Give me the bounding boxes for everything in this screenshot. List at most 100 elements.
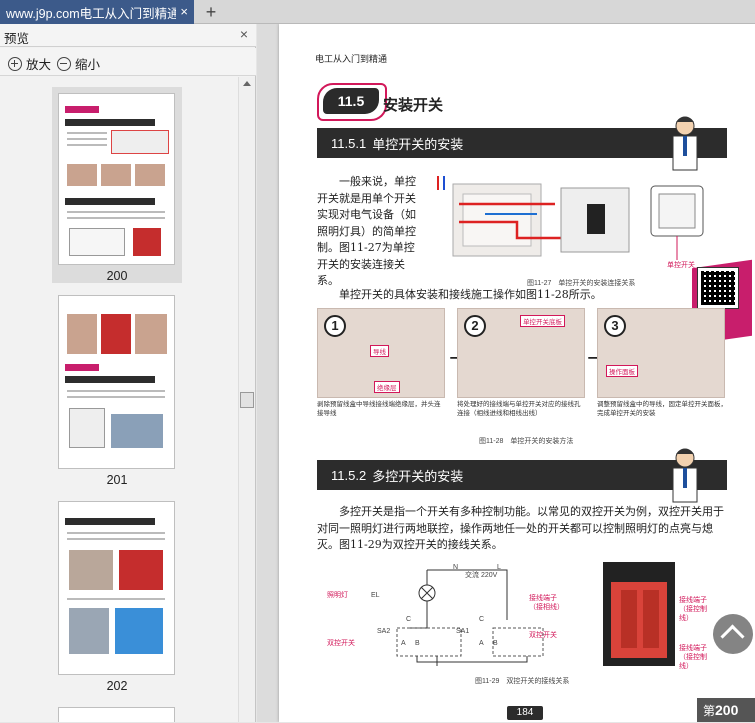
step-3-photo: 3 操作面板	[597, 308, 725, 398]
mini-photo	[69, 608, 109, 654]
scroll-up-icon[interactable]	[243, 81, 251, 86]
mini-figure	[111, 130, 169, 154]
label-a-left: A	[401, 640, 406, 647]
subsection-title: 多控开关的安装	[372, 468, 464, 484]
zoom-in-icon	[8, 56, 22, 71]
figure-11-28-caption: 图11-28 单控开关的安装方法	[479, 438, 574, 445]
scroll-to-top-button[interactable]	[713, 614, 753, 654]
label-l: L	[497, 564, 501, 571]
mini-photo	[135, 164, 165, 186]
thumbnail-image	[58, 501, 175, 675]
section-title: 安装开关	[383, 97, 444, 114]
thumbnail-page-201[interactable]: 201	[52, 295, 182, 487]
zoom-out-button[interactable]: 缩小	[57, 54, 100, 73]
thumbnail-page-next[interactable]	[52, 707, 182, 722]
zoom-in-button[interactable]: 放大	[8, 54, 51, 73]
page-indicator: 第200	[697, 698, 755, 722]
mini-text-line	[67, 132, 107, 134]
step-3-tag-panel: 操作面板	[606, 365, 638, 377]
thumbnail-list: 200 201 202	[0, 77, 238, 722]
thumbnail-page-202[interactable]: 202	[52, 501, 182, 693]
mini-subheading-bar	[65, 376, 155, 383]
document-tab[interactable]: www.j9p.com电工从入门到精通 ×	[0, 0, 194, 24]
step-3-number: 3	[604, 315, 626, 337]
section-number: 11.5	[337, 93, 365, 109]
page-indicator-number: 200	[715, 702, 739, 718]
thumbnail-image	[58, 93, 175, 265]
label-c-left: C	[406, 616, 412, 623]
mini-subheading-bar	[65, 518, 155, 525]
thumbnail-page-number: 201	[106, 473, 128, 487]
mini-photo	[101, 164, 131, 186]
label-sa1: SA1	[456, 628, 470, 635]
paragraph-multi-switch-intro: 多控开关是指一个开关有多种控制功能。以常见的双控开关为例，双控开关用于对同一照明…	[317, 505, 724, 551]
zoom-in-label: 放大	[26, 58, 52, 72]
mini-text-line	[67, 598, 165, 600]
mini-photo	[69, 550, 113, 590]
step-2-caption: 将处理好的接线端与单控开关对应的接线孔连接（相线进线和相线出线）	[457, 401, 581, 417]
label-sa2: SA2	[377, 628, 391, 635]
mini-diagram	[69, 228, 125, 256]
mini-text-line	[67, 538, 165, 540]
document-viewer[interactable]: 电工从入门到精通 11.5 安装开关 11.5.1 单控开关的安装 一般来说，单…	[257, 24, 755, 722]
label-voltage: 交流 220V	[465, 572, 498, 579]
running-head: 电工从入门到精通	[315, 54, 388, 64]
zoom-toolbar: 放大 缩小	[0, 48, 256, 76]
presenter-illustration	[672, 448, 698, 503]
mini-photo	[135, 314, 167, 354]
printed-page-number: 184	[507, 706, 543, 720]
mini-text-line	[67, 532, 165, 534]
tab-title: www.j9p.com电工从入门到精通	[6, 6, 176, 21]
figure-11-29-diagram	[396, 562, 675, 666]
tab-close-icon[interactable]: ×	[180, 4, 188, 19]
step-2-number: 2	[464, 315, 486, 337]
step-1-number: 1	[324, 315, 346, 337]
thumbnail-image	[58, 295, 175, 469]
document-page: 电工从入门到精通 11.5 安装开关 11.5.1 单控开关的安装 一般来说，单…	[279, 24, 755, 722]
label-lamp: 照明灯	[327, 592, 348, 599]
preview-title: 预览	[4, 32, 30, 46]
qr-code-image	[697, 267, 739, 309]
thumbnail-page-number: 200	[106, 269, 128, 283]
figure-11-28: 1 导线 绝缘层 剥除预留线盒中导线接线端绝缘层，并头连接导线 → 2 单控开关…	[317, 308, 727, 424]
mini-text-line	[67, 211, 165, 213]
label-a-right: A	[479, 640, 484, 647]
paragraph-single-switch-intro: 一般来说，单控开关就是用单个开关实现对电气设备（如照明灯具）的简单控制。图11-…	[317, 175, 416, 287]
step-1-tag-wire: 导线	[370, 345, 389, 357]
scrollbar-thumb[interactable]	[240, 392, 254, 408]
preview-close-icon[interactable]: ×	[240, 26, 248, 42]
presenter-illustration	[672, 116, 698, 171]
figure-label-single-switch: 单控开关	[667, 262, 695, 269]
label-double-switch-left: 双控开关	[327, 640, 355, 647]
thumbnail-image	[58, 707, 175, 722]
label-terminal-control-1: 接线端子（接控制线）	[679, 597, 707, 622]
mini-diagram	[69, 408, 105, 448]
mini-text-line	[67, 390, 165, 392]
step-2-photo: 2 单控开关底板	[457, 308, 585, 398]
step-1-caption: 剥除预留线盒中导线接线端绝缘层，并头连接导线	[317, 401, 441, 417]
mini-text-line	[67, 138, 107, 140]
step-1-photo: 1 导线 绝缘层	[317, 308, 445, 398]
mini-photo	[133, 228, 161, 256]
new-tab-button[interactable]: +	[201, 1, 221, 23]
label-terminal-control-2: 接线端子（接控制线）	[679, 645, 707, 670]
tab-bar: www.j9p.com电工从入门到精通 × +	[0, 0, 755, 24]
step-3-caption: 调整预留线盒中的导线，固定单控开关面板，完成单控开关的安装	[597, 401, 727, 417]
thumbnail-scrollbar[interactable]	[238, 77, 255, 722]
label-c-right: C	[479, 616, 485, 623]
mini-section-bar	[65, 106, 99, 113]
label-b-right: B	[493, 640, 498, 647]
subsection-title: 单控开关的安装	[372, 136, 464, 152]
mini-photo	[119, 550, 163, 590]
mini-section-bar	[65, 364, 99, 371]
preview-header: 预览 ×	[0, 24, 256, 47]
step-1-tag-insulation: 绝缘层	[374, 381, 400, 393]
mini-photo	[67, 314, 97, 354]
zoom-out-icon	[57, 56, 71, 71]
mini-text-line	[67, 144, 107, 146]
figure-11-27	[437, 176, 704, 260]
mini-text-line	[67, 217, 165, 219]
label-el: EL	[371, 592, 380, 599]
page-indicator-prefix: 第	[703, 704, 716, 718]
thumbnail-page-200[interactable]: 200	[52, 87, 182, 283]
